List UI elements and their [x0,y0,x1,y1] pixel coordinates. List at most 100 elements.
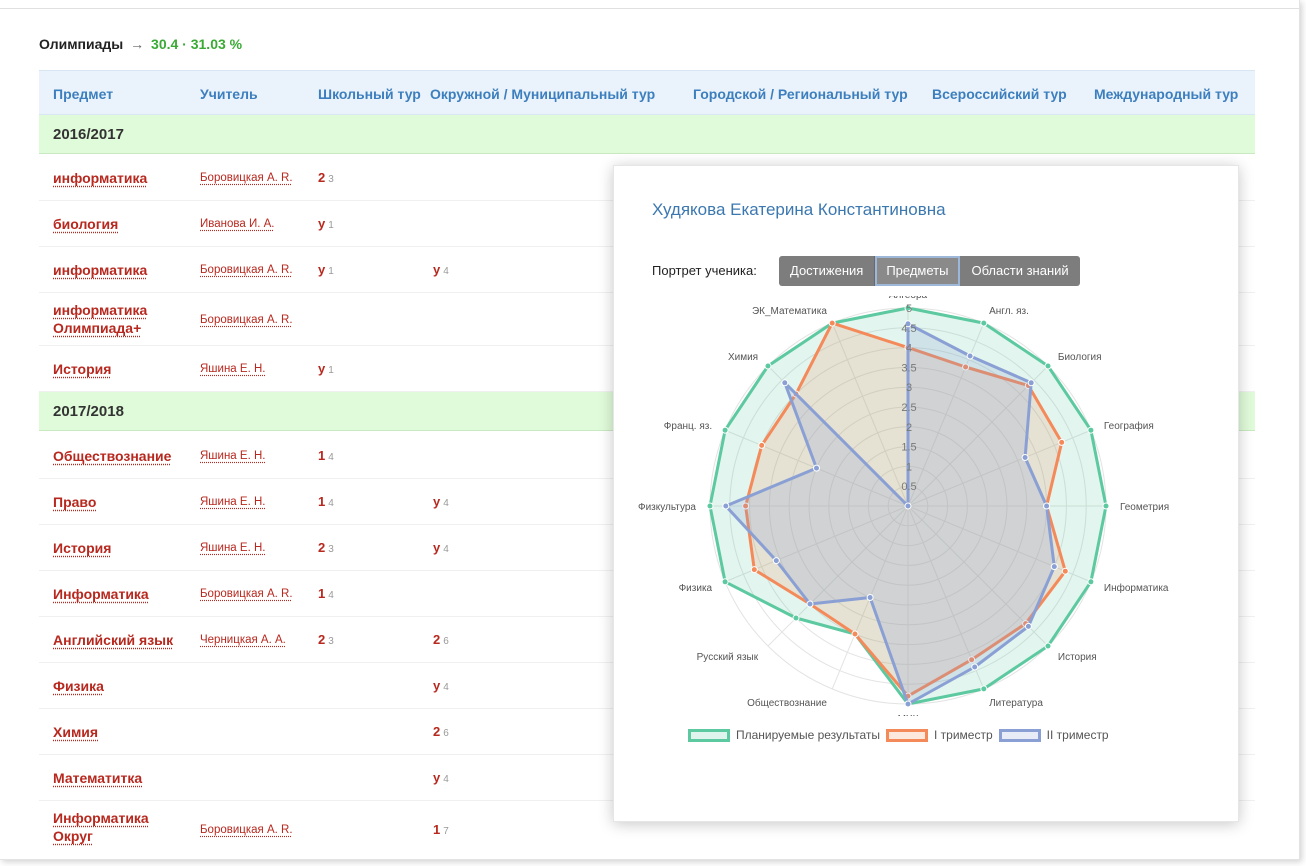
school-result: 14 [318,448,334,463]
result-sub: 4 [443,774,449,785]
radar-axis-label: ЭК_Математика [752,306,827,317]
school-result: 23 [318,170,334,185]
subject-link[interactable]: информатика Олимпиада+ [53,301,183,337]
column-header-teacher[interactable]: Учитель [200,86,258,102]
student-name: Худякова Екатерина Константиновна [652,200,946,219]
subject-link[interactable]: биология [53,215,118,233]
radar-point [1027,379,1035,387]
radar-axis-label: Физика [679,583,713,594]
legend-swatch-trimester-2 [998,728,1041,742]
radar-tick-label: 4 [906,343,912,355]
tab-subjects[interactable]: Предметы [875,256,961,286]
radar-point [866,594,874,601]
radar-tick-label: 0.5 [901,481,916,493]
radar-point [772,557,780,565]
result-sub: 4 [443,266,449,277]
subject-link[interactable]: Обществознание [53,447,171,465]
legend-item-planned[interactable]: Планируемые результаты [688,728,880,742]
teacher-link[interactable]: Боровицкая А. R. [200,314,293,326]
radar-point [904,700,912,708]
subject-link[interactable]: информатика [53,169,147,187]
teacher-link[interactable]: Боровицкая А. R. [200,264,293,276]
teacher-link[interactable]: Черницкая А. А. [200,634,286,646]
radar-axis-label: Биология [1058,352,1102,363]
radar-axis-label: Обществознание [747,697,827,709]
radar-point [904,502,912,510]
legend-swatch-trimester-1 [886,728,928,742]
district-result: у4 [433,770,449,785]
school-result: у1 [318,216,334,231]
subject-link[interactable]: Физика [53,677,104,695]
teacher-link[interactable]: Боровицкая А. R. [200,824,293,836]
result-sub: 4 [328,452,334,463]
subject-link[interactable]: История [53,539,111,557]
radar-axis-label: Русский язык [697,652,759,663]
teacher-link[interactable]: Иванова И. А. [200,218,274,230]
result-value: у [433,770,441,785]
result-sub: 3 [328,544,334,555]
tab-knowledge-areas[interactable]: Области знаний [960,256,1080,286]
teacher-link[interactable]: Яшина Е. Н. [200,542,265,554]
result-value: у [433,262,441,277]
radar-point [806,600,814,608]
subject-link[interactable]: Математитка [53,769,142,787]
result-value: у [318,262,326,277]
result-sub: 4 [443,682,449,693]
subject-link[interactable]: Химия [53,723,98,741]
subject-link[interactable]: информатика [53,261,147,279]
teacher-link[interactable]: Боровицкая А. R. [200,588,293,600]
teacher-link[interactable]: Боровицкая А. R. [200,172,293,184]
result-value: 1 [318,586,326,601]
result-sub: 6 [443,636,449,647]
year-label: 2016/2017 [53,126,124,143]
result-sub: 1 [328,365,334,376]
radar-axis-label: Франц. яз. [664,421,712,432]
radar-tick-label: 2 [906,422,912,434]
result-value: 2 [318,632,326,647]
subject-link[interactable]: Право [53,493,96,511]
legend-item-trimester-2[interactable]: II триместр [998,728,1109,742]
tab-achievements[interactable]: Достижения [779,256,876,286]
radar-axis-label: География [1104,420,1154,432]
subject-link[interactable]: Информатика Округ [53,809,183,845]
radar-point [721,426,729,434]
column-header-international[interactable]: Международный тур [1094,86,1238,102]
radar-point [1021,454,1029,461]
teacher-link[interactable]: Яшина Е. Н. [200,450,265,462]
radar-point [1102,502,1110,510]
teacher-link[interactable]: Яшина Е. Н. [200,363,265,375]
radar-point [1044,362,1052,370]
radar-tick-label: 1 [906,461,912,473]
subjects-radar-chart: 0.5 1 1.5 2 2.5 3 3.5 4 4.5 5 Алгебра Англ. яз. Биол… [638,296,1169,716]
result-sub: 4 [443,498,449,509]
teacher-link[interactable]: Яшина Е. Н. [200,496,265,508]
radar-axis-label: Алгебра [889,296,928,301]
result-value: 2 [318,170,326,185]
result-sub: 7 [443,826,449,837]
subject-link[interactable]: Английский язык [53,631,173,649]
radar-point [980,685,988,693]
column-header-subject[interactable]: Предмет [53,86,113,102]
school-result: у1 [318,361,334,376]
subject-link[interactable]: Информатика [53,585,149,603]
subject-link[interactable]: История [53,360,111,378]
radar-point [813,464,820,472]
school-result: 23 [318,632,334,647]
column-header-district[interactable]: Окружной / Муниципальный тур [430,86,655,102]
column-header-regional[interactable]: Городской / Региональный тур [693,86,908,102]
legend-item-trimester-1[interactable]: I триместр [886,728,993,742]
school-result: 14 [318,494,334,509]
district-result: у4 [433,540,449,555]
radar-axis-label: Физкультура [638,502,696,513]
radar-axis-label: Англ. яз. [989,306,1029,317]
radar-point [1058,438,1066,446]
arrow-icon: → [130,36,145,52]
legend-label-trimester-1: I триместр [934,728,993,742]
radar-axis-label: МХК [898,714,919,716]
column-header-national[interactable]: Всероссийский тур [932,86,1067,102]
column-header-school[interactable]: Школьный тур [318,86,421,102]
result-sub: 6 [443,728,449,739]
radar-tick-label: 1.5 [901,442,916,454]
result-sub: 3 [328,636,334,647]
radar-point [764,362,772,370]
